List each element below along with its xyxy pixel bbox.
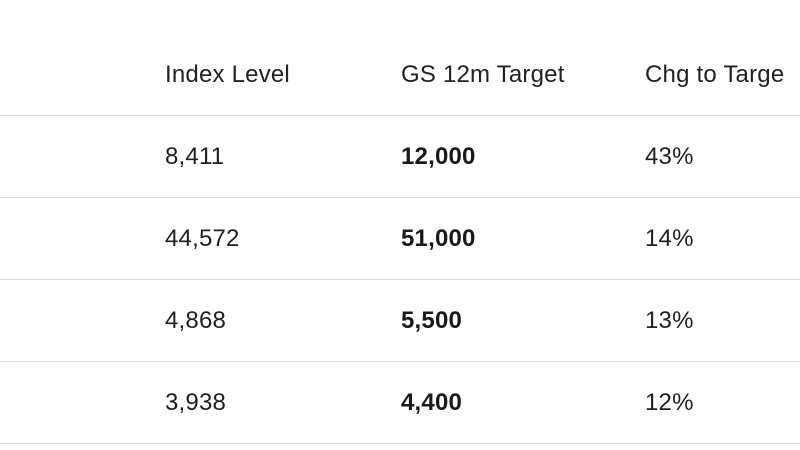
change-to-target-value: 13% <box>645 307 694 334</box>
table-row: I 8,411 12,000 43% <box>0 116 800 198</box>
change-to-target-value: 12% <box>645 389 694 416</box>
change-to-target-value: 43% <box>645 143 694 170</box>
header-index-name <box>0 34 130 116</box>
index-name: E <box>0 198 130 280</box>
index-name: 00 <box>0 280 130 362</box>
index-level-value: 44,572 <box>165 225 240 252</box>
header-gs-12m-target: GS 12m Target <box>401 61 565 88</box>
target-value: 51,000 <box>401 225 476 252</box>
index-name: I <box>0 116 130 198</box>
table-row: 00 4,868 5,500 13% <box>0 280 800 362</box>
index-level-value: 4,868 <box>165 307 227 334</box>
index-targets-table: Index Level GS 12m Target Chg to Targe I… <box>0 0 800 450</box>
table-row: 3,938 4,400 12% <box>0 362 800 444</box>
change-to-target-value: 14% <box>645 225 694 252</box>
table-row: E 44,572 51,000 14% <box>0 198 800 280</box>
index-name <box>0 362 130 444</box>
header-index-level: Index Level <box>165 61 290 88</box>
target-value: 4,400 <box>401 389 463 416</box>
index-level-value: 8,411 <box>165 143 225 170</box>
table-header-row: Index Level GS 12m Target Chg to Targe <box>0 34 800 116</box>
index-level-value: 3,938 <box>165 389 227 416</box>
header-change-to-target: Chg to Targe <box>645 61 785 88</box>
target-value: 5,500 <box>401 307 463 334</box>
target-value: 12,000 <box>401 143 476 170</box>
